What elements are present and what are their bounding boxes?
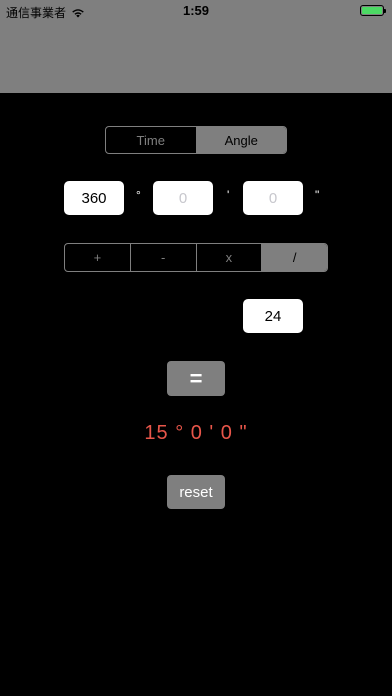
operand-input[interactable]: 24 — [243, 299, 303, 333]
operator-add[interactable]: + — [65, 244, 130, 271]
equals-button[interactable]: = — [167, 361, 225, 396]
degree-symbol: ° — [136, 188, 141, 202]
operator-divide[interactable]: / — [261, 244, 327, 271]
seconds-input[interactable]: 0 — [243, 181, 303, 215]
minute-symbol: ' — [227, 188, 230, 202]
degrees-input[interactable]: 360 — [64, 181, 124, 215]
reset-button[interactable]: reset — [167, 475, 225, 509]
battery-fill — [362, 7, 382, 14]
battery-icon — [360, 5, 386, 16]
second-symbol: " — [315, 188, 320, 202]
operator-multiply[interactable]: x — [195, 244, 262, 271]
result-label: 15 ° 0 ' 0 " — [144, 422, 248, 444]
status-bar: 通信事業者 1:59 — [0, 0, 392, 22]
mode-segmented-control: Time Angle — [105, 126, 287, 154]
clock: 1:59 — [182, 3, 210, 18]
operator-subtract[interactable]: - — [129, 244, 196, 271]
tab-angle[interactable]: Angle — [195, 127, 286, 153]
operator-segmented-control: + - x / — [64, 243, 328, 272]
minutes-input[interactable]: 0 — [153, 181, 213, 215]
tab-time[interactable]: Time — [106, 127, 196, 153]
